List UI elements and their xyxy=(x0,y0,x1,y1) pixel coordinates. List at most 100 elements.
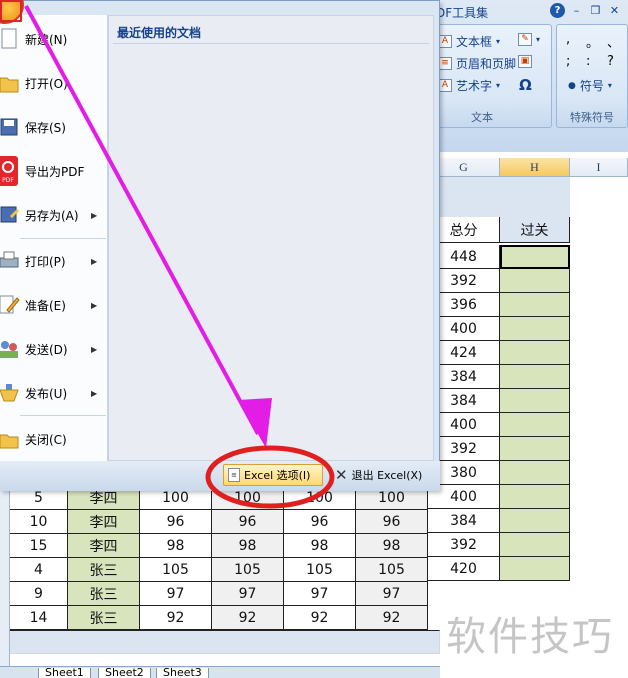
pass-cell[interactable] xyxy=(500,485,570,509)
pass-cell[interactable] xyxy=(500,509,570,533)
table-cell[interactable]: 98 xyxy=(284,534,356,558)
table-cell[interactable]: 张三 xyxy=(68,558,140,582)
menu-item-4[interactable]: PDF 导出为PDF xyxy=(0,149,108,193)
table-cell[interactable]: 10 xyxy=(10,510,68,534)
menu-item-10[interactable]: 关闭(C) xyxy=(0,417,108,461)
table-cell[interactable]: 97 xyxy=(356,582,428,606)
table-cell[interactable]: 98 xyxy=(212,534,284,558)
table-cell[interactable]: 105 xyxy=(140,558,212,582)
window-controls: ? – ❐ ✕ xyxy=(550,3,622,18)
total-cell[interactable]: 392 xyxy=(428,533,500,557)
menu-item-6[interactable]: 打印(P) ▶ xyxy=(0,239,108,283)
menu-item-label: 新建(N) xyxy=(25,32,68,47)
table-cell[interactable]: 92 xyxy=(284,606,356,630)
symbol-semicolon[interactable]: ; xyxy=(566,54,570,69)
table-cell[interactable]: 92 xyxy=(212,606,284,630)
table-cell[interactable]: 97 xyxy=(212,582,284,606)
minimize-icon[interactable]: – xyxy=(569,3,584,18)
excel-options-button[interactable]: ≡ Excel 选项(I) xyxy=(223,464,323,486)
pass-cell[interactable] xyxy=(500,317,570,341)
menu-item-label: 打印(P) xyxy=(25,254,66,269)
pass-cell[interactable] xyxy=(500,533,570,557)
restore-icon[interactable]: ❐ xyxy=(588,3,603,18)
column-header-i[interactable]: I xyxy=(570,158,628,177)
pass-cell[interactable] xyxy=(500,341,570,365)
menu-item-2[interactable]: 打开(O) xyxy=(0,61,108,105)
symbol-colon[interactable]: : xyxy=(586,54,590,69)
wordart-label: 艺术字 xyxy=(456,79,493,93)
header-pass-label: 过关 xyxy=(520,222,549,239)
menu-item-8[interactable]: 发送(D) ▶ xyxy=(0,327,108,371)
ribbon-tab-title[interactable]: DF工具集 xyxy=(436,4,488,21)
table-cell[interactable]: 105 xyxy=(356,558,428,582)
chevron-down-icon: ▾ xyxy=(496,37,501,46)
table-cell[interactable]: 96 xyxy=(356,510,428,534)
table-footer-row[interactable] xyxy=(10,630,440,654)
sheet-tab-2[interactable]: Sheet2 xyxy=(98,667,151,678)
table-cell[interactable]: 97 xyxy=(284,582,356,606)
pass-cell[interactable] xyxy=(500,293,570,317)
pass-cell[interactable] xyxy=(500,389,570,413)
table-cell[interactable]: 105 xyxy=(212,558,284,582)
table-cell[interactable]: 96 xyxy=(212,510,284,534)
pass-cell[interactable] xyxy=(500,245,570,269)
sheet-tab-3[interactable]: Sheet3 xyxy=(156,667,209,678)
table-cell[interactable]: 98 xyxy=(356,534,428,558)
symbol-enum-comma[interactable]: 、 xyxy=(607,32,620,51)
textbox-button[interactable]: A 文本框 ▾ xyxy=(438,33,500,50)
exit-excel-button[interactable]: ✕ 退出 Excel(X) xyxy=(333,464,433,486)
table-cell[interactable]: 92 xyxy=(356,606,428,630)
table-cell[interactable]: 92 xyxy=(140,606,212,630)
sheet-tab-1[interactable]: Sheet1 xyxy=(38,667,91,678)
symbol-omega-button[interactable]: Ω xyxy=(519,76,532,94)
wordart-button[interactable]: A 艺术字 ▾ xyxy=(438,77,500,94)
pass-cell[interactable] xyxy=(500,365,570,389)
signature-line-button[interactable]: ✎ ▾ xyxy=(518,33,540,46)
symbol-button[interactable]: ● 符号 ▾ xyxy=(568,77,612,94)
save-as-icon xyxy=(0,202,20,228)
header-pass-cell[interactable]: 过关 xyxy=(500,217,570,243)
table-cell[interactable]: 李四 xyxy=(68,534,140,558)
excel-options-label: Excel 选项(I) xyxy=(244,469,311,482)
menu-item-7[interactable]: 准备(E) ▶ xyxy=(0,283,108,327)
header-footer-button[interactable]: ≡ 页眉和页脚 xyxy=(438,55,516,72)
menu-item-9[interactable]: 发布(U) ▶ xyxy=(0,371,108,415)
pass-cell[interactable] xyxy=(500,461,570,485)
symbol-period[interactable]: 。 xyxy=(586,32,599,51)
table-cell[interactable]: 张三 xyxy=(68,606,140,630)
total-cell[interactable]: 420 xyxy=(428,557,500,581)
symbol-comma[interactable]: , xyxy=(566,32,570,47)
table-cell[interactable]: 97 xyxy=(140,582,212,606)
total-cell[interactable]: 384 xyxy=(428,509,500,533)
symbol-question[interactable]: ? xyxy=(607,54,614,69)
pass-cell[interactable] xyxy=(500,413,570,437)
title-row-cell[interactable] xyxy=(428,177,570,217)
svg-text:PDF: PDF xyxy=(2,177,14,184)
object-button[interactable]: ▣ xyxy=(518,55,532,68)
pass-cell[interactable] xyxy=(500,437,570,461)
table-cell[interactable]: 105 xyxy=(284,558,356,582)
row-header-strip xyxy=(0,486,10,666)
header-footer-label: 页眉和页脚 xyxy=(456,57,517,71)
table-cell[interactable]: 96 xyxy=(140,510,212,534)
menu-item-3[interactable]: 保存(S) xyxy=(0,105,108,149)
pass-cell[interactable] xyxy=(500,557,570,581)
symbol-button-label: 符号 xyxy=(579,79,604,93)
table-cell[interactable]: 4 xyxy=(10,558,68,582)
help-icon[interactable]: ? xyxy=(550,3,565,18)
table-cell[interactable]: 李四 xyxy=(68,510,140,534)
symbol-dot-icon: ● xyxy=(568,80,576,91)
table-cell[interactable]: 98 xyxy=(140,534,212,558)
new-document-icon xyxy=(0,26,20,52)
table-cell[interactable]: 张三 xyxy=(68,582,140,606)
column-header-h[interactable]: H xyxy=(500,158,570,177)
menu-item-1[interactable]: 新建(N) xyxy=(0,17,108,61)
pass-cell[interactable] xyxy=(500,269,570,293)
menu-item-5[interactable]: 另存为(A) ▶ xyxy=(0,193,108,237)
pdf-export-icon: PDF xyxy=(0,156,20,186)
table-cell[interactable]: 14 xyxy=(10,606,68,630)
table-cell[interactable]: 96 xyxy=(284,510,356,534)
close-icon[interactable]: ✕ xyxy=(607,3,622,18)
table-cell[interactable]: 15 xyxy=(10,534,68,558)
table-cell[interactable]: 9 xyxy=(10,582,68,606)
